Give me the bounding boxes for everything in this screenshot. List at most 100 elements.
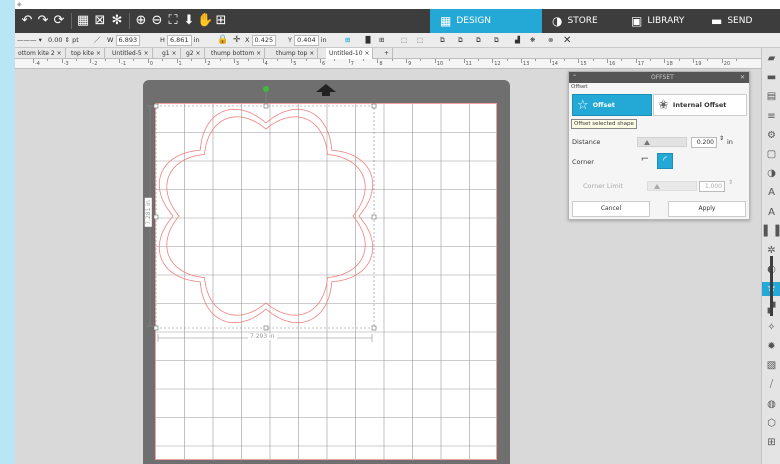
- ruler-tick: [406, 59, 408, 63]
- flower-outline[interactable]: [166, 116, 366, 316]
- ruler-tick: [176, 59, 178, 63]
- collapse-icon[interactable]: ⌃: [572, 72, 577, 83]
- rotate-handle[interactable]: [263, 86, 269, 92]
- knife-icon[interactable]: ⧸: [762, 378, 780, 392]
- close-icon[interactable]: ✕: [740, 72, 745, 83]
- refresh-icon[interactable]: ⟳: [51, 12, 67, 30]
- distance-input[interactable]: 0.200: [691, 137, 717, 148]
- distance-slider[interactable]: [637, 137, 687, 147]
- modify-icon[interactable]: ▟: [515, 33, 520, 48]
- text-path-icon[interactable]: A: [762, 206, 780, 220]
- zoom-fit-icon[interactable]: ⛶: [165, 12, 181, 30]
- doc-tab[interactable]: Untitled-5 ×: [109, 48, 153, 59]
- store-icon: ◑: [552, 14, 563, 28]
- transform-panel-icon[interactable]: ▢: [762, 148, 780, 162]
- doc-tab[interactable]: ottom kite 2 ×: [15, 48, 66, 59]
- height-field[interactable]: H 6.861 in: [160, 33, 200, 48]
- contrast-icon[interactable]: ◑: [762, 167, 780, 181]
- internal-offset-button[interactable]: ✬ Internal Offset: [653, 94, 747, 116]
- offset-star-icon[interactable]: ❋: [530, 33, 535, 48]
- tab-store[interactable]: ◑ STORE: [542, 9, 621, 33]
- doc-tab[interactable]: g1 ×: [159, 48, 181, 59]
- doc-tab[interactable]: thump bottom ×: [208, 48, 266, 59]
- distance-stepper[interactable]: ⇕: [719, 135, 724, 142]
- transform-icon[interactable]: ⊞: [379, 33, 384, 48]
- deselect-icon[interactable]: ⊠: [92, 12, 108, 30]
- text-icon[interactable]: A: [762, 186, 780, 200]
- ruler-label: 8: [379, 61, 383, 67]
- flower-offset-outline[interactable]: [158, 108, 374, 324]
- doc-tab[interactable]: g2 ×: [183, 48, 205, 59]
- line-style-selector[interactable]: ——— ▾: [17, 33, 42, 48]
- width-dimension-label: 7.293 in: [248, 333, 277, 340]
- x-field[interactable]: X 0.425: [245, 33, 277, 48]
- corner-sharp-button[interactable]: ⌐: [637, 153, 653, 169]
- doc-tab[interactable]: thump top ×: [273, 48, 319, 59]
- ruler-minor-tick: [650, 59, 652, 61]
- y-field[interactable]: Y 0.404 in: [288, 33, 327, 48]
- lock-icon[interactable]: 🔒: [217, 33, 228, 48]
- zoom-in-icon[interactable]: ⊕: [133, 12, 149, 30]
- point-edit-icon[interactable]: ▧: [762, 359, 780, 373]
- tab-design[interactable]: ▦ DESIGN: [430, 9, 542, 33]
- corner-limit-slider[interactable]: [647, 181, 697, 191]
- group-icon[interactable]: ⬚: [401, 33, 407, 48]
- offset-panel-header: ⌃ OFFSET ✕: [569, 72, 749, 83]
- position-grid-icon[interactable]: ⊞: [345, 33, 350, 48]
- settings-icon[interactable]: ✻: [109, 12, 125, 30]
- zoom-out-icon[interactable]: ⊖: [149, 12, 165, 30]
- settings-gear-icon[interactable]: ⚙: [762, 129, 780, 143]
- pan-hand-icon[interactable]: ✋: [197, 12, 213, 30]
- apply-button[interactable]: Apply: [668, 201, 746, 217]
- corner-limit-stepper[interactable]: ⇕: [728, 179, 733, 186]
- ruler-tick: [721, 59, 723, 63]
- corner-round-button[interactable]: ◜: [657, 153, 673, 169]
- move-down-icon[interactable]: ⬇: [181, 12, 197, 30]
- doc-tab-active[interactable]: Untitled-10 ×: [326, 48, 374, 59]
- shield-panel-icon[interactable]: ⬡: [762, 417, 780, 431]
- doc-tab[interactable]: top kite ×: [68, 48, 105, 59]
- ruler-label: -2: [92, 61, 98, 67]
- close-icon[interactable]: ✕: [563, 33, 571, 48]
- globe-icon[interactable]: ◍: [762, 398, 780, 412]
- trace-icon[interactable]: ⊗: [548, 33, 553, 48]
- library-panel-icon[interactable]: ▬: [762, 71, 780, 85]
- align-panel-icon[interactable]: ▌▐: [762, 225, 780, 239]
- cancel-button[interactable]: Cancel: [572, 201, 650, 217]
- weld-icon[interactable]: ⧉: [440, 33, 445, 48]
- page-setup-icon[interactable]: ▰: [762, 52, 780, 66]
- ruler-minor-tick: [563, 59, 565, 61]
- corner-limit-input[interactable]: 1.000: [699, 181, 725, 192]
- ungroup-icon[interactable]: ⬚: [417, 33, 423, 48]
- align-icon[interactable]: ▐▌: [363, 33, 373, 48]
- tab-send[interactable]: ▬ SEND: [701, 9, 780, 33]
- warp-icon[interactable]: ⊞: [762, 436, 780, 450]
- tab-library[interactable]: ▣ LIBRARY: [621, 9, 701, 33]
- ruler-minor-tick: [190, 59, 192, 61]
- ruler-minor-tick: [76, 59, 78, 61]
- flower-shape[interactable]: [146, 86, 498, 461]
- select-all-icon[interactable]: ▦: [75, 12, 91, 30]
- line-width-field[interactable]: 0.00 ⇕ pt: [48, 33, 79, 48]
- fill-icon[interactable]: ▤: [762, 90, 780, 104]
- line-style-icon[interactable]: ≡: [762, 110, 780, 124]
- star-burst-icon[interactable]: ✹: [762, 340, 780, 354]
- intersect-icon[interactable]: ⧉: [476, 33, 481, 48]
- ruler-tick: [320, 59, 321, 63]
- divide-icon[interactable]: ⧉: [494, 33, 499, 48]
- offset-button[interactable]: ☆ Offset: [572, 94, 652, 116]
- width-field[interactable]: W 6.893: [107, 33, 141, 48]
- document-tabs: ottom kite 2 × top kite × Untitled-5 × g…: [15, 48, 780, 59]
- subtract-icon[interactable]: ⧉: [458, 33, 463, 48]
- ruler-tick: [549, 59, 551, 63]
- ruler-label: 11: [465, 61, 472, 67]
- tooltip: Offset selected shape: [571, 119, 637, 129]
- grid-icon[interactable]: ⊞: [213, 12, 229, 30]
- new-tab-button[interactable]: +: [381, 48, 394, 59]
- line-tool-icon[interactable]: ／: [94, 33, 101, 48]
- ruler-label: 10: [436, 61, 444, 67]
- redo-icon[interactable]: ↷: [35, 12, 51, 30]
- sketch-icon[interactable]: ✧: [762, 321, 780, 335]
- undo-icon[interactable]: ↶: [19, 12, 35, 30]
- dock-scrollbar[interactable]: [770, 256, 773, 316]
